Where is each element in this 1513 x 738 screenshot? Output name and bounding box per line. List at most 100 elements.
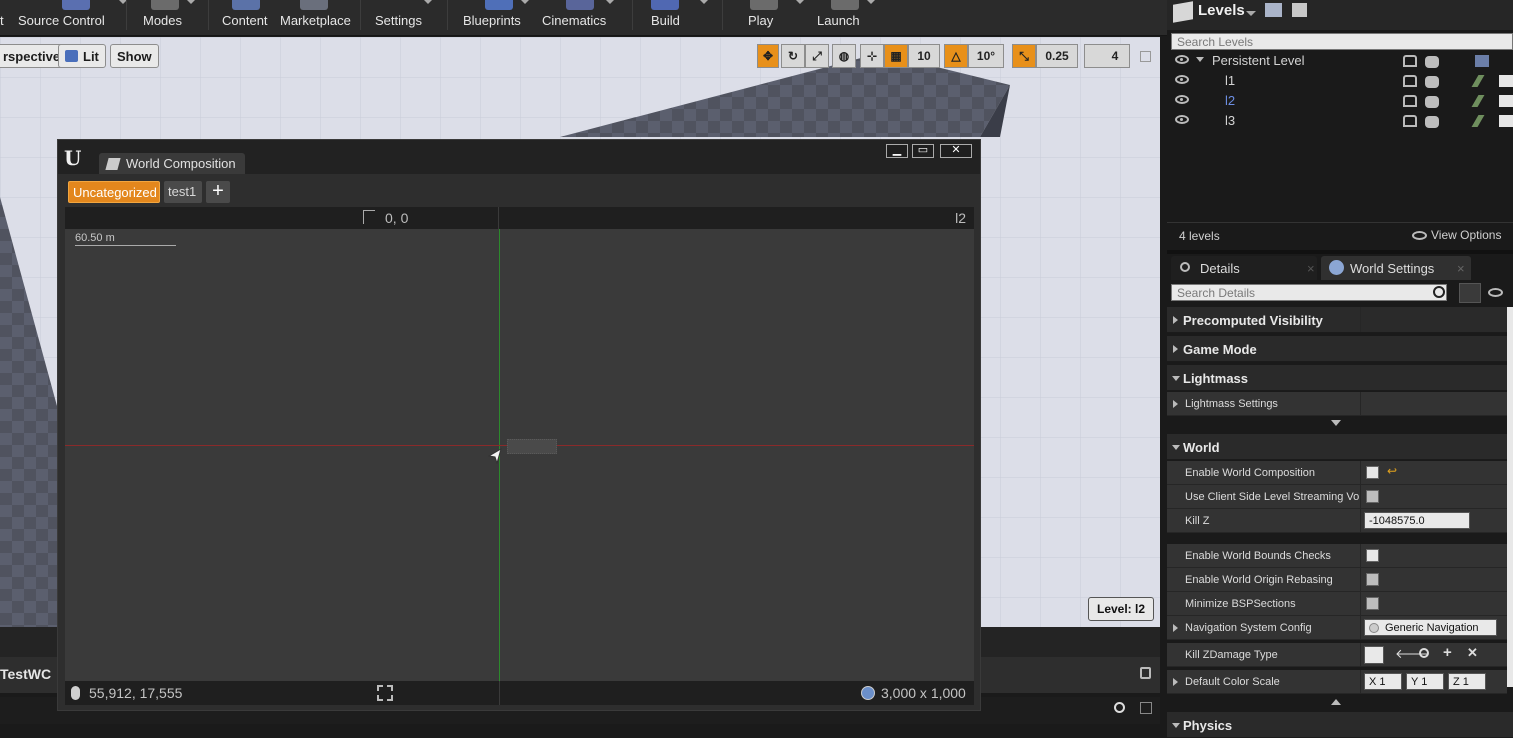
tab-details[interactable]: Details × — [1171, 256, 1317, 280]
maximize-viewport-icon[interactable] — [1140, 51, 1151, 62]
grid-snap-icon[interactable]: ▦ — [884, 44, 908, 68]
chevron-down-icon[interactable] — [1246, 11, 1256, 16]
color-swatch-icon[interactable] — [1499, 95, 1513, 107]
lock-icon[interactable] — [1403, 55, 1417, 67]
color-scale-z[interactable]: Z 1 — [1448, 673, 1486, 690]
build-button[interactable]: Build — [651, 0, 711, 36]
category-test1[interactable]: test1 — [164, 181, 202, 203]
browse-icon[interactable] — [1419, 648, 1429, 658]
property-matrix-icon[interactable] — [1459, 283, 1481, 303]
details-scrollbar[interactable] — [1507, 307, 1513, 687]
rotation-snap-icon[interactable]: △ — [944, 44, 968, 68]
cinematics-button[interactable]: Cinematics — [542, 0, 622, 36]
close-button[interactable]: ✕ — [940, 144, 972, 158]
surface-snap-icon[interactable]: ⊹ — [860, 44, 884, 68]
client-side-streaming-checkbox[interactable] — [1366, 490, 1379, 503]
level-row-l3[interactable]: l3 — [1167, 112, 1513, 132]
show-button[interactable]: Show — [110, 44, 159, 68]
world-origin-rebasing-checkbox[interactable] — [1366, 573, 1379, 586]
level-row-l1[interactable]: l1 — [1167, 72, 1513, 92]
search-icon[interactable] — [1433, 286, 1445, 298]
source-control-button[interactable]: Source Control — [18, 0, 128, 36]
world-bounds-checks-checkbox[interactable] — [1366, 549, 1379, 562]
view-options-button[interactable]: View Options — [1412, 228, 1501, 242]
search-levels-input[interactable]: Search Levels — [1171, 33, 1513, 50]
search-icon[interactable] — [1114, 702, 1125, 713]
grid-snap-value[interactable]: 10 — [908, 44, 940, 68]
window-titlebar[interactable]: U World Composition ▁ ▭ ✕ — [58, 140, 980, 175]
pencil-icon[interactable] — [1471, 115, 1485, 127]
reset-to-default-icon[interactable]: ↩ — [1387, 464, 1397, 478]
color-swatch-icon[interactable] — [1499, 75, 1513, 87]
pencil-icon[interactable] — [1471, 95, 1485, 107]
settings-button[interactable]: Settings — [375, 0, 435, 36]
levels-title[interactable]: Levels — [1198, 2, 1245, 19]
rotation-snap-value[interactable]: 10° — [968, 44, 1004, 68]
rotate-tool-icon[interactable]: ↻ — [781, 44, 805, 68]
level-row-l2[interactable]: l2 — [1167, 92, 1513, 112]
modes-button[interactable]: Modes — [143, 0, 203, 36]
panel-splitter[interactable] — [1167, 250, 1513, 254]
maximize-button[interactable]: ▭ — [912, 144, 934, 158]
section-precomputed-visibility[interactable]: Precomputed Visibility — [1167, 307, 1513, 333]
gamepad-icon[interactable] — [1425, 56, 1439, 68]
save-level-icon[interactable] — [1475, 55, 1489, 67]
collapse-arrow-icon[interactable] — [1196, 57, 1204, 62]
color-scale-y[interactable]: Y 1 — [1406, 673, 1444, 690]
color-swatch-icon[interactable] — [1499, 115, 1513, 127]
prop-lightmass-settings[interactable]: Lightmass Settings — [1167, 392, 1507, 416]
section-game-mode[interactable]: Game Mode — [1167, 336, 1513, 362]
category-uncategorized[interactable]: Uncategorized — [68, 181, 160, 203]
level-row-persistent[interactable]: Persistent Level — [1167, 52, 1513, 72]
navigation-config-dropdown[interactable]: Generic Navigation — [1364, 619, 1497, 636]
pencil-icon[interactable] — [1471, 75, 1485, 87]
blueprints-button[interactable]: Blueprints — [463, 0, 533, 36]
close-tab-icon[interactable]: × — [1457, 261, 1465, 276]
minimize-bsp-checkbox[interactable] — [1366, 597, 1379, 610]
lock-icon[interactable] — [1403, 115, 1417, 127]
visibility-eye-icon[interactable] — [1175, 75, 1189, 84]
section-world[interactable]: World — [1167, 434, 1513, 460]
color-scale-x[interactable]: X 1 — [1364, 673, 1402, 690]
scale-snap-value[interactable]: 0.25 — [1036, 44, 1078, 68]
toolbar-item-truncated[interactable]: t — [0, 0, 12, 36]
gamepad-icon[interactable] — [1425, 76, 1439, 88]
world-composition-canvas[interactable]: 60.50 m — [65, 229, 974, 681]
play-button[interactable]: Play — [748, 0, 808, 36]
enable-world-composition-checkbox[interactable] — [1366, 466, 1379, 479]
kill-z-input[interactable]: -1048575.0 — [1364, 512, 1470, 529]
add-icon[interactable]: + — [1443, 644, 1452, 661]
lock-icon[interactable] — [1140, 667, 1151, 679]
tab-world-settings[interactable]: World Settings × — [1321, 256, 1471, 280]
scale-snap-icon[interactable]: ⤡ — [1012, 44, 1036, 68]
close-tab-icon[interactable]: × — [1307, 261, 1315, 276]
scale-tool-icon[interactable]: ⤢ — [805, 44, 829, 68]
visibility-eye-icon[interactable] — [1175, 55, 1189, 64]
gamepad-icon[interactable] — [1425, 96, 1439, 108]
visibility-eye-icon[interactable] — [1175, 115, 1189, 124]
content-button[interactable]: Content — [222, 0, 272, 36]
section-physics[interactable]: Physics — [1167, 712, 1513, 738]
level-tile-l2[interactable] — [507, 439, 557, 454]
kill-zdamage-dropdown[interactable] — [1364, 646, 1384, 664]
camera-speed-button[interactable]: 4 — [1084, 44, 1130, 68]
world-composition-icon[interactable] — [1292, 3, 1307, 17]
advanced-expand-icon[interactable] — [1331, 420, 1341, 426]
visibility-eye-icon[interactable] — [1175, 95, 1189, 104]
expand-arrow-icon[interactable] — [1173, 624, 1178, 632]
launch-button[interactable]: Launch — [817, 0, 877, 36]
save-icon[interactable] — [1140, 702, 1152, 714]
lit-button[interactable]: Lit — [58, 44, 106, 68]
world-local-icon[interactable]: ◍ — [832, 44, 856, 68]
minimize-button[interactable]: ▁ — [886, 144, 908, 158]
expand-arrow-icon[interactable] — [1173, 678, 1178, 686]
tab-world-composition[interactable]: World Composition — [99, 153, 245, 175]
clear-icon[interactable]: ✕ — [1467, 645, 1478, 661]
fit-view-icon[interactable] — [377, 685, 393, 701]
advanced-collapse-icon[interactable] — [1331, 699, 1341, 705]
lock-icon[interactable] — [1403, 95, 1417, 107]
translate-tool-icon[interactable]: ✥ — [757, 44, 779, 68]
eye-icon[interactable] — [1488, 288, 1503, 297]
add-category-button[interactable]: + — [206, 181, 230, 203]
lock-icon[interactable] — [1403, 75, 1417, 87]
